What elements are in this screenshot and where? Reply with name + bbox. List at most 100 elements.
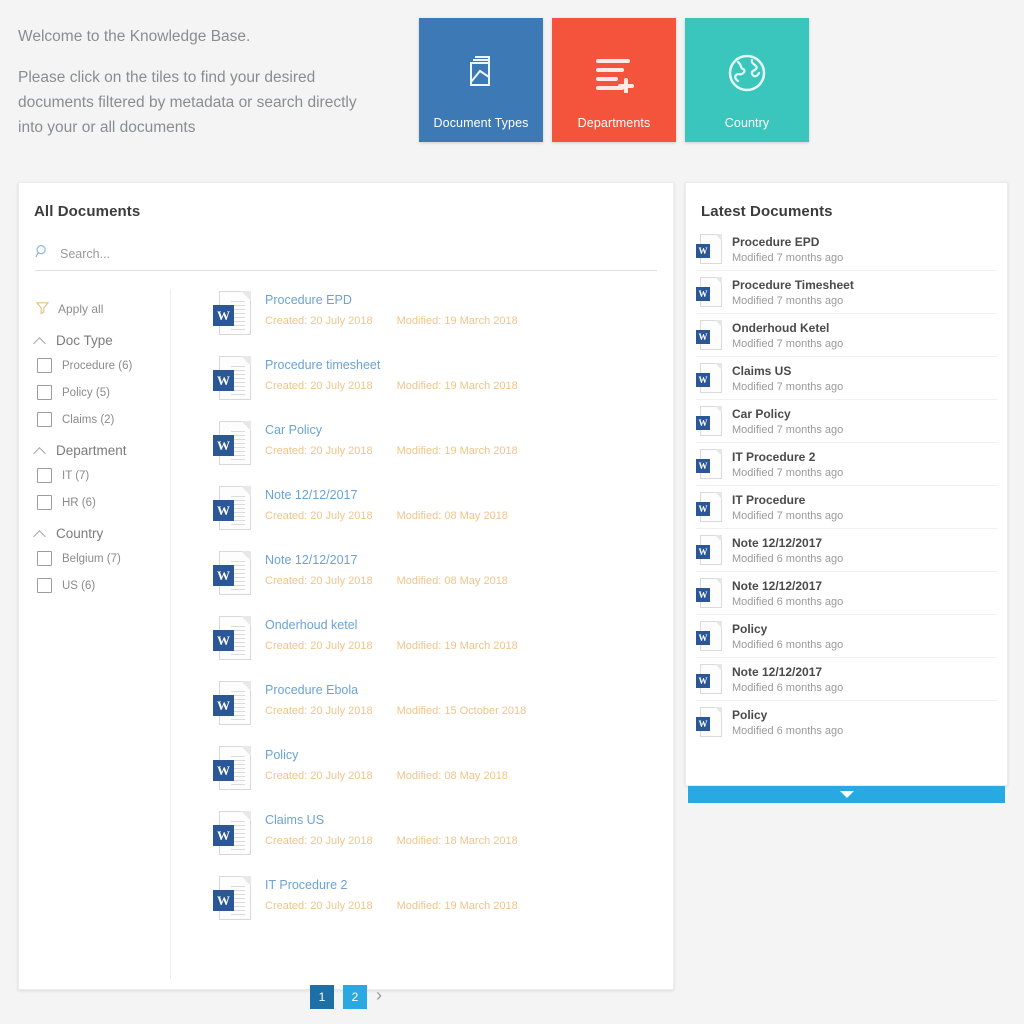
latest-document-title: Procedure EPD [732, 234, 820, 249]
checkbox[interactable] [37, 412, 52, 427]
word-document-icon: W [696, 663, 722, 695]
latest-document-row[interactable]: W Claims US Modified 7 months ago [696, 357, 997, 400]
document-title[interactable]: Onderhoud ketel [265, 618, 518, 632]
document-row[interactable]: W Onderhoud ketel Created: 20 July 2018 Mod… [213, 614, 673, 679]
document-row[interactable]: W Procedure EPD Created: 20 July 2018 Modif… [213, 289, 673, 354]
facet-option[interactable]: Policy (5) [37, 385, 170, 400]
document-modified: Modified: 19 March 2018 [396, 445, 518, 457]
document-row[interactable]: W Note 12/12/2017 Created: 20 July 2018 Mod… [213, 549, 673, 614]
document-modified: Modified: 08 May 2018 [396, 575, 508, 587]
search-icon [35, 244, 50, 264]
checkbox[interactable] [37, 468, 52, 483]
latest-document-row[interactable]: W Procedure Timesheet Modified 7 months ag… [696, 271, 997, 314]
document-created: Created: 20 July 2018 [265, 770, 373, 782]
tile-label: Document Types [433, 116, 529, 130]
latest-document-modified: Modified 7 months ago [732, 337, 844, 350]
facet-header[interactable]: Country [35, 526, 170, 541]
document-title[interactable]: Procedure timesheet [265, 358, 518, 372]
document-title[interactable]: Note 12/12/2017 [265, 553, 508, 567]
apply-all-button[interactable]: Apply all [35, 301, 170, 317]
document-title[interactable]: Procedure Ebola [265, 683, 526, 697]
latest-document-title: Note 12/12/2017 [732, 535, 823, 550]
latest-document-title: Claims US [732, 363, 792, 378]
filter-sidebar: Apply all Doc Type Procedure (6) Policy … [19, 289, 171, 979]
latest-document-row[interactable]: W IT Procedure Modified 7 months ago [696, 486, 997, 529]
facet-option[interactable]: Belgium (7) [37, 551, 170, 566]
facet-name: Department [56, 443, 127, 458]
facet-option[interactable]: HR (6) [37, 495, 170, 510]
word-document-icon: W [213, 486, 251, 532]
document-list: W Procedure EPD Created: 20 July 2018 Modif… [171, 289, 673, 979]
facet-header[interactable]: Doc Type [35, 333, 170, 348]
document-title[interactable]: Procedure EPD [265, 293, 518, 307]
checkbox[interactable] [37, 385, 52, 400]
tile-country[interactable]: Country [685, 18, 809, 142]
word-document-icon: W [696, 534, 722, 566]
facet-country: Country Belgium (7) US (6) [35, 526, 170, 593]
globe-icon [685, 46, 809, 100]
latest-document-row[interactable]: W Note 12/12/2017 Modified 6 months ago [696, 658, 997, 701]
latest-document-modified: Modified 7 months ago [732, 251, 844, 264]
page-button-1[interactable]: 1 [310, 985, 334, 1009]
document-title[interactable]: IT Procedure 2 [265, 878, 518, 892]
checkbox[interactable] [37, 358, 52, 373]
page-button-2[interactable]: 2 [343, 985, 367, 1009]
latest-document-row[interactable]: W Note 12/12/2017 Modified 6 months ago [696, 572, 997, 615]
latest-document-modified: Modified 7 months ago [732, 423, 844, 436]
apply-all-label: Apply all [58, 302, 104, 316]
checkbox[interactable] [37, 551, 52, 566]
page-title: All Documents [34, 203, 141, 220]
latest-document-row[interactable]: W Onderhoud Ketel Modified 7 months ago [696, 314, 997, 357]
word-document-icon: W [213, 746, 251, 792]
facet-option[interactable]: US (6) [37, 578, 170, 593]
document-title[interactable]: Note 12/12/2017 [265, 488, 508, 502]
search-input[interactable] [58, 246, 657, 262]
document-title[interactable]: Claims US [265, 813, 518, 827]
checkbox[interactable] [37, 495, 52, 510]
document-row[interactable]: W Note 12/12/2017 Created: 20 July 2018 Mod… [213, 484, 673, 549]
facet-option[interactable]: Claims (2) [37, 412, 170, 427]
latest-document-row[interactable]: W Policy Modified 6 months ago [696, 701, 997, 744]
document-row[interactable]: W Policy Created: 20 July 2018 Modified: 08… [213, 744, 673, 809]
latest-document-row[interactable]: W IT Procedure 2 Modified 7 months ago [696, 443, 997, 486]
document-title[interactable]: Car Policy [265, 423, 518, 437]
facet-option-label: Belgium (7) [62, 552, 121, 565]
document-row[interactable]: W Procedure timesheet Created: 20 July 201… [213, 354, 673, 419]
document-row[interactable]: W IT Procedure 2 Created: 20 July 2018 Modi… [213, 874, 673, 939]
facet-name: Doc Type [56, 333, 113, 348]
latest-document-row[interactable]: W Policy Modified 6 months ago [696, 615, 997, 658]
document-row[interactable]: W Car Policy Created: 20 July 2018 Modified… [213, 419, 673, 484]
document-title[interactable]: Policy [265, 748, 508, 762]
word-document-icon: W [696, 577, 722, 609]
facet-option[interactable]: IT (7) [37, 468, 170, 483]
document-created: Created: 20 July 2018 [265, 575, 373, 587]
latest-document-row[interactable]: W Note 12/12/2017 Modified 6 months ago [696, 529, 997, 572]
page-header: Welcome to the Knowledge Base. Please cl… [0, 0, 1024, 182]
latest-document-modified: Modified 6 months ago [732, 638, 844, 651]
facet-option[interactable]: Procedure (6) [37, 358, 170, 373]
document-row[interactable]: W Claims US Created: 20 July 2018 Modified:… [213, 809, 673, 874]
document-created: Created: 20 July 2018 [265, 835, 373, 847]
document-row[interactable]: W Procedure Ebola Created: 20 July 2018 Mod… [213, 679, 673, 744]
word-document-icon: W [696, 405, 722, 437]
facet-department: Department IT (7) HR (6) [35, 443, 170, 510]
tile-document-types[interactable]: Document Types [419, 18, 543, 142]
pagination: 1 2 › [19, 985, 673, 1009]
word-document-icon: W [213, 356, 251, 402]
latest-document-row[interactable]: W Procedure EPD Modified 7 months ago [696, 228, 997, 271]
latest-document-modified: Modified 6 months ago [732, 552, 844, 565]
document-created: Created: 20 July 2018 [265, 900, 373, 912]
facet-option-label: Claims (2) [62, 413, 115, 426]
all-documents-panel: All Documents Apply all [18, 182, 674, 1009]
word-document-icon: W [213, 421, 251, 467]
latest-document-row[interactable]: W Car Policy Modified 7 months ago [696, 400, 997, 443]
word-document-icon: W [213, 616, 251, 662]
document-created: Created: 20 July 2018 [265, 705, 373, 717]
checkbox[interactable] [37, 578, 52, 593]
facet-header[interactable]: Department [35, 443, 170, 458]
chevron-right-icon[interactable]: › [376, 985, 382, 1009]
document-modified: Modified: 08 May 2018 [396, 510, 508, 522]
tile-departments[interactable]: Departments [552, 18, 676, 142]
load-more-button[interactable] [688, 786, 1005, 803]
search-bar[interactable] [35, 244, 657, 271]
